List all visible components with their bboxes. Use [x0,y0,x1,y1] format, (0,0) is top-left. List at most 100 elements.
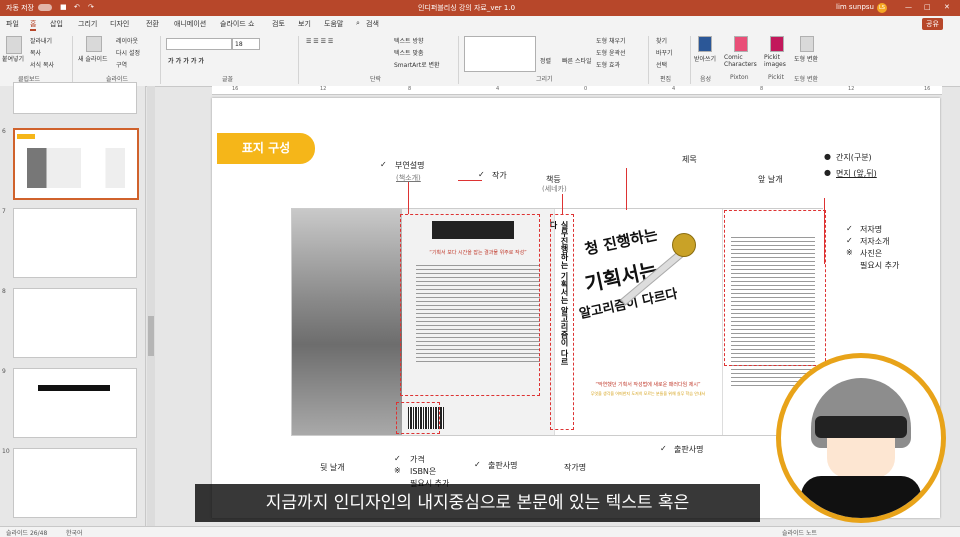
shape-convert-icon[interactable] [800,36,814,52]
tab-transitions[interactable]: 전환 [146,19,159,29]
label-profile-name[interactable]: 저자명 [860,224,882,235]
bullet-interleaf[interactable]: 간지(구분) [836,152,872,163]
redo-icon[interactable]: ↷ [88,3,94,11]
tab-file[interactable]: 파일 [6,19,19,29]
save-icon[interactable]: ■ [60,3,67,11]
body-graphic [801,476,921,518]
thumbnail-scrollbar[interactable] [147,86,155,526]
slide-thumbnail[interactable] [13,448,137,518]
text-direction-button[interactable]: 텍스트 방향 [394,36,424,45]
minimize-icon[interactable]: — [905,3,912,11]
label-publisher-bottom[interactable]: 출판사명 [488,460,517,471]
ruler-tick: 12 [848,86,855,92]
user-name[interactable]: lim sunpsu [836,3,874,11]
label-publisher-right[interactable]: 출판사명 [674,444,703,455]
share-button[interactable]: 공유 [922,18,943,30]
paste-icon[interactable] [6,36,22,54]
tab-insert[interactable]: 삽입 [50,19,63,29]
quick-styles-button[interactable]: 빠른 스타일 [562,56,592,65]
thumb-image [27,148,125,188]
shape-convert-button[interactable]: 도형 변환 [794,54,818,63]
pickit-icon[interactable] [770,36,784,52]
slide-thumbnail[interactable] [13,368,137,438]
label-title[interactable]: 제목 [682,154,697,165]
tab-home[interactable]: 홈 [30,19,37,31]
copy-button[interactable]: 복사 [30,48,41,57]
scroll-knob[interactable] [148,316,154,356]
slide-title[interactable]: 표지 구성 [217,133,315,164]
pixton-icon[interactable] [734,36,748,52]
label-description[interactable]: 부연설명 [395,160,424,171]
label-profile-intro[interactable]: 저자소개 [860,236,889,247]
replace-button[interactable]: 바꾸기 [656,48,673,57]
label-price[interactable]: 가격 [410,454,425,465]
label-profile-photo[interactable]: 사진은 [860,248,882,259]
font-size-dropdown[interactable]: 18 [232,38,260,50]
autosave-label[interactable]: 자동 저장 [6,3,34,13]
label-spine-sub[interactable]: (세네카) [542,184,567,194]
tab-review[interactable]: 검토 [272,19,285,29]
thumb-title [17,134,35,139]
cut-button[interactable]: 잘라내기 [30,36,52,45]
bullet-endpaper[interactable]: 면지 (앞,뒤) [836,168,877,179]
undo-icon[interactable]: ↶ [74,3,80,11]
annotation-line [408,182,409,214]
arrange-button[interactable]: 정렬 [540,56,551,65]
search-icon[interactable]: ⌕ [356,19,360,28]
maximize-icon[interactable]: □ [924,3,931,11]
layout-button[interactable]: 레이아웃 [116,36,138,45]
check-icon: ✓ [380,160,387,169]
bold-button[interactable]: 가 가 가 가 가 [168,56,204,65]
reset-button[interactable]: 다시 설정 [116,48,140,57]
close-icon[interactable]: ✕ [944,3,950,11]
slide-thumbnail-pane[interactable]: 6 7 8 9 10 [0,82,146,526]
shape-outline-button[interactable]: 도형 윤곽선 [596,48,626,57]
microphone-icon[interactable] [698,36,712,52]
font-name-dropdown[interactable] [166,38,232,50]
shape-effects-button[interactable]: 도형 효과 [596,60,620,69]
find-button[interactable]: 찾기 [656,36,667,45]
slide-thumbnail[interactable] [13,82,137,114]
format-painter-button[interactable]: 서식 복사 [30,60,54,69]
text-align-button[interactable]: 텍스트 맞춤 [394,48,424,57]
slide-thumbnail[interactable] [13,288,137,358]
slide-number: 10 [2,448,10,455]
user-avatar[interactable]: LS [877,3,887,13]
tab-draw[interactable]: 그리기 [78,19,97,29]
label-profile-optional[interactable]: 필요시 추가 [860,260,899,271]
tab-animations[interactable]: 애니메이션 [174,19,206,29]
section-button[interactable]: 구역 [116,60,127,69]
slide-thumbnail-selected[interactable] [13,128,139,200]
ruler-tick: 8 [408,86,412,92]
tab-search[interactable]: 검색 [366,19,379,29]
smartart-button[interactable]: SmartArt로 변환 [394,60,440,69]
dictate-button[interactable]: 받아쓰기 [694,54,716,63]
front-cover: 청 진행하는 기획서는 알고리즘이 다르다 “막연했던 기획서 작성법에 새로운… [572,209,722,435]
paste-button[interactable]: 붙여넣기 [2,54,24,63]
group-pickit: Pickit [768,74,784,81]
tab-view[interactable]: 보기 [298,19,311,29]
tab-design[interactable]: 디자인 [110,19,129,29]
label-back-flap[interactable]: 뒷 날개 [320,462,345,473]
autosave-toggle[interactable] [38,4,52,11]
slide-thumbnail[interactable] [13,208,137,278]
comic-characters-button[interactable]: Comic Characters [724,54,764,68]
bullets-button[interactable]: ☰ ☰ ☰ ☰ [306,38,333,45]
new-slide-icon[interactable] [86,36,102,52]
ribbon-tabs: 파일 홈 삽입 그리기 디자인 전환 애니메이션 슬라이드 쇼 검토 보기 도움… [0,16,960,32]
tab-slideshow[interactable]: 슬라이드 쇼 [220,19,254,29]
tab-help[interactable]: 도움말 [324,19,343,29]
shape-fill-button[interactable]: 도형 채우기 [596,36,626,45]
check-icon: ✓ [846,236,853,245]
annotation-line [562,194,563,214]
label-isbn[interactable]: ISBN은 [410,466,436,477]
shapes-gallery[interactable] [464,36,536,72]
label-author-bottom[interactable]: 작가명 [564,462,586,473]
check-icon: ✓ [660,444,667,453]
group-voice: 음성 [700,76,712,83]
label-front-flap[interactable]: 앞 날개 [758,174,783,185]
new-slide-button[interactable]: 새 슬라이드 [78,54,108,63]
label-author-top[interactable]: 작가 [492,170,507,181]
pickit-button[interactable]: Pickit images [764,54,792,68]
select-button[interactable]: 선택 [656,60,667,69]
